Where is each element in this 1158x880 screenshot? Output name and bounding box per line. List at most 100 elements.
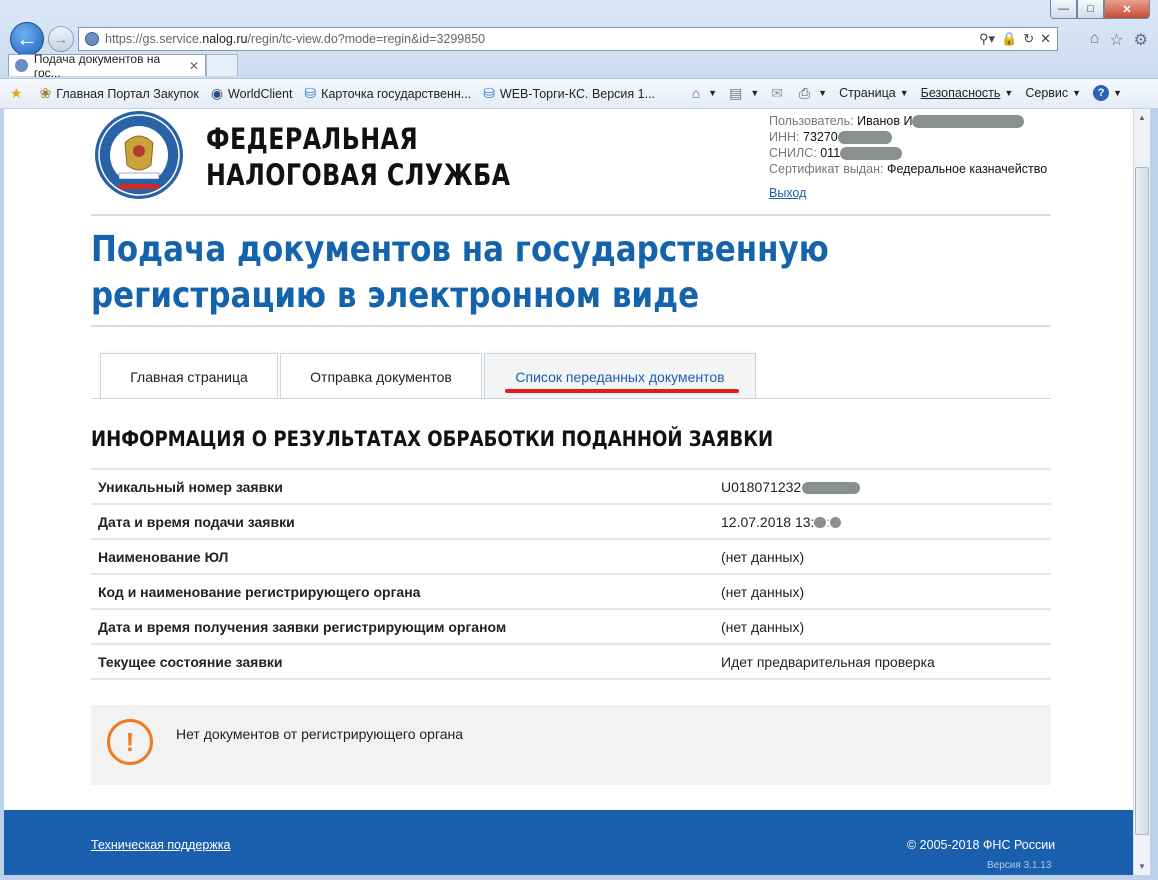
globe-icon: ◉: [210, 85, 224, 101]
safety-menu[interactable]: Безопасность ▼: [921, 86, 1014, 100]
browser-tab[interactable]: Подача документов на гос... ✕: [8, 52, 206, 80]
tab-close-icon[interactable]: ✕: [189, 59, 199, 73]
site-favicon-icon: [85, 32, 99, 46]
favorite-item-webtorgi[interactable]: ⛁ WEB-Торги-КС. Версия 1...: [483, 85, 655, 102]
tab-submitted-documents[interactable]: Список переданных документов: [484, 353, 756, 399]
redacted-mark: [837, 131, 892, 145]
favorite-label: Карточка государственн...: [321, 86, 472, 101]
help-menu[interactable]: ? ▼: [1093, 85, 1122, 101]
feeds-command[interactable]: ▤ ▼: [729, 85, 759, 102]
rss-icon: ▤: [729, 84, 743, 101]
url-prefix: https://gs.service.: [105, 32, 203, 46]
favorite-label: Главная Портал Закупок: [56, 86, 199, 101]
brand-line-2: НАЛОГОВАЯ СЛУЖБА: [206, 158, 511, 192]
user-info: Пользователь: Иванов И ИНН: 73270 СНИЛС:…: [769, 113, 1047, 201]
arrow-left-icon: ←: [16, 26, 38, 51]
chevron-down-icon: ▼: [750, 88, 760, 98]
address-bar[interactable]: https://gs.service.nalog.ru/regin/tc-vie…: [78, 27, 1058, 51]
tab-send-documents[interactable]: Отправка документов: [280, 353, 482, 399]
notice-box: ! Нет документов от регистрирующего орга…: [91, 705, 1051, 785]
eagle-icon: ❀: [39, 85, 52, 101]
row-key: Дата и время подачи заявки: [98, 513, 295, 530]
favorite-item-zakupki[interactable]: ❀ Главная Портал Закупок: [40, 85, 199, 102]
snils-value: 011: [820, 146, 841, 160]
notice-message: Нет документов от регистрирующего органа: [176, 726, 464, 742]
cert-value: Федеральное казначейство: [886, 162, 1048, 176]
printer-icon: ⎙: [798, 84, 811, 101]
user-value: Иванов И: [857, 114, 913, 128]
help-icon: ?: [1093, 85, 1110, 101]
print-command[interactable]: ⎙ ▼: [799, 85, 827, 102]
star-icon[interactable]: ☆: [1109, 30, 1123, 50]
url-path: /regin/tc-view.do?mode=regin&id=3299850: [247, 32, 486, 46]
inn-row: ИНН: 73270: [769, 129, 1047, 145]
table-row: Наименование ЮЛ (нет данных): [91, 539, 1051, 574]
arrow-right-icon: →: [53, 30, 69, 48]
refresh-icon[interactable]: ↻: [1023, 31, 1034, 47]
page-title: Подача документов на государственную рег…: [91, 229, 829, 316]
redacted-mark: [912, 115, 1025, 129]
table-row: Текущее состояние заявки Идет предварите…: [91, 644, 1051, 679]
browser-right-icons: ⌂ ☆ ⚙: [1090, 30, 1148, 50]
command-bar: ⌂ ▼ ▤ ▼ ✉ ⎙ ▼ Страница ▼ Безопасность ▼ Серви…: [692, 79, 1122, 107]
logout-link[interactable]: Выход: [769, 185, 806, 201]
inn-value: 73270: [803, 130, 838, 144]
application-info-table: Уникальный номер заявки U018071232 Дата …: [91, 468, 1051, 680]
window-controls: — □ ✕: [1050, 0, 1150, 19]
section-title: ИНФОРМАЦИЯ О РЕЗУЛЬТАТАХ ОБРАБОТКИ ПОДАН…: [91, 427, 774, 451]
tab-label: Список переданных документов: [515, 368, 725, 385]
favorite-label: WEB-Торги-КС. Версия 1...: [499, 86, 656, 101]
maximize-button[interactable]: □: [1077, 0, 1104, 19]
table-row: Дата и время подачи заявки 12.07.2018 13…: [91, 504, 1051, 539]
url-text[interactable]: https://gs.service.nalog.ru/regin/tc-vie…: [105, 32, 485, 46]
tabs-baseline: [91, 398, 1051, 399]
table-row: Уникальный номер заявки U018071232: [91, 469, 1051, 504]
close-window-button[interactable]: ✕: [1104, 0, 1150, 19]
support-link[interactable]: Техническая поддержка: [91, 838, 230, 852]
gear-icon[interactable]: ⚙: [1134, 30, 1148, 50]
page-footer: Техническая поддержка © 2005-2018 ФНС Ро…: [4, 810, 1133, 875]
lock-icon[interactable]: 🔒: [1001, 31, 1017, 47]
scrollbar-thumb[interactable]: [1135, 167, 1149, 835]
favorite-item-worldclient[interactable]: ◉ WorldClient: [211, 85, 293, 102]
tab-favicon-icon: [15, 59, 28, 72]
vertical-scrollbar[interactable]: ▲ ▼: [1133, 109, 1150, 875]
scroll-up-arrow-icon[interactable]: ▲: [1134, 109, 1150, 126]
redacted-mark: [830, 517, 842, 529]
redacted-mark: [814, 517, 827, 529]
scroll-down-arrow-icon[interactable]: ▼: [1134, 858, 1150, 875]
new-tab-button[interactable]: [206, 54, 238, 76]
row-key: Код и наименование регистрирующего орган…: [98, 583, 421, 600]
row-value: (нет данных): [721, 618, 805, 635]
home-command[interactable]: ⌂ ▼: [692, 85, 717, 101]
user-row: Пользователь: Иванов И: [769, 113, 1047, 129]
home-icon[interactable]: ⌂: [1090, 30, 1100, 50]
page-menu[interactable]: Страница ▼: [839, 86, 909, 100]
close-icon[interactable]: ✕: [1040, 31, 1051, 47]
page-menu-label: Страница: [839, 86, 896, 100]
cert-row: Сертификат выдан: Федеральное казначейст…: [769, 161, 1047, 177]
minimize-button[interactable]: —: [1050, 0, 1077, 19]
favorite-item-kartochka[interactable]: ⛁ Карточка государственн...: [304, 85, 471, 102]
favorites-star[interactable]: ★: [10, 85, 28, 102]
chevron-down-icon: ▼: [1004, 88, 1014, 98]
search-icon[interactable]: ⚲▾: [979, 31, 995, 47]
row-key: Текущее состояние заявки: [98, 653, 283, 670]
tab-main-page[interactable]: Главная страница: [100, 353, 278, 399]
inn-label: ИНН:: [769, 130, 800, 144]
browser-chrome: — □ ✕ ← → https://gs.service.nalog.ru/re…: [0, 0, 1158, 108]
ie-page-icon: ⛁: [304, 85, 317, 101]
redacted-mark: [840, 147, 903, 161]
mail-command[interactable]: ✉: [771, 85, 787, 102]
home-icon: ⌂: [691, 85, 701, 101]
title-divider: [91, 325, 1051, 327]
active-tab-underline: [505, 389, 739, 393]
service-menu[interactable]: Сервис ▼: [1025, 86, 1081, 100]
mail-icon: ✉: [771, 84, 783, 101]
chevron-down-icon: ▼: [708, 88, 718, 98]
table-row: Дата и время получения заявки регистриру…: [91, 609, 1051, 644]
tab-label: Главная страница: [130, 368, 248, 385]
address-tools: ⚲▾ 🔒 ↻ ✕: [979, 31, 1051, 47]
row-value: (нет данных): [721, 548, 805, 565]
forward-button[interactable]: →: [48, 26, 74, 52]
